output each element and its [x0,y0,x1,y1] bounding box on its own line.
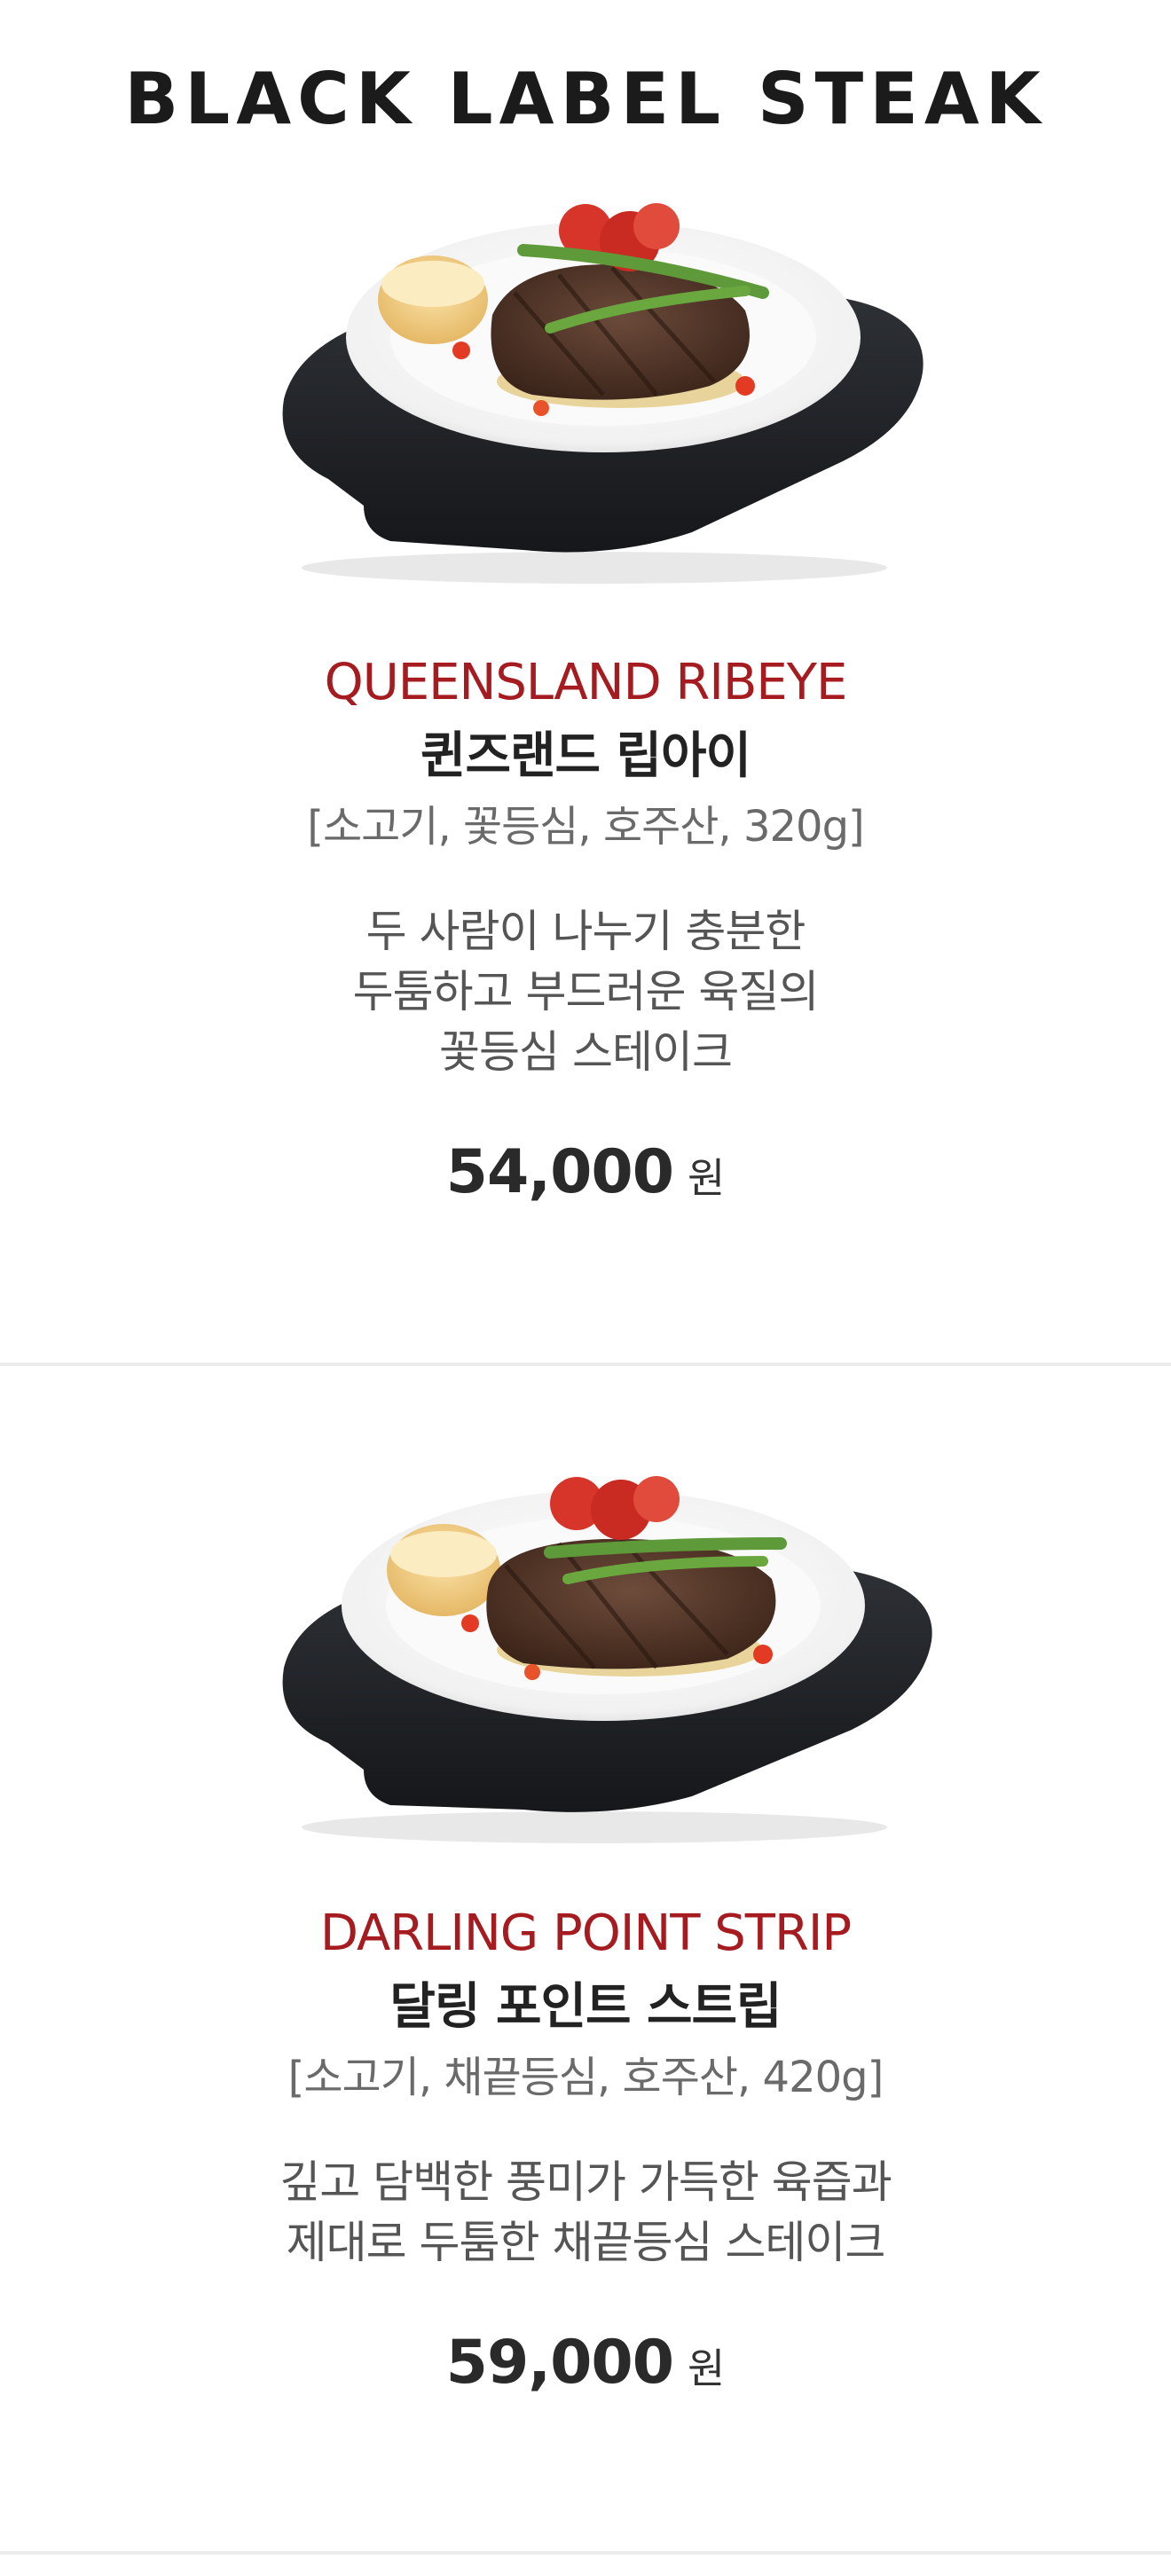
menu-item-card[interactable]: DARLING POINT STRIP 달링 포인트 스트립 [소고기, 채끝등… [0,1455,1171,2555]
menu-item-spec: [소고기, 채끝등심, 호주산, 420g] [287,2053,884,2102]
steak-dish-image [231,1455,940,1845]
page-title: BLACK LABEL STEAK [124,58,1047,140]
menu-item-description: 깊고 담백한 풍미가 가득한 육즙과 제대로 두툼한 채끝등심 스테이크 [0,2152,1171,2273]
menu-item-info: DARLING POINT STRIP 달링 포인트 스트립 [소고기, 채끝등… [0,1898,1171,2398]
price-unit: 원 [688,2344,726,2392]
menu-item-price: 54,000 원 [0,1137,1171,1207]
menu-item-name-ko: 달링 포인트 스트립 [389,1978,782,2036]
section-divider [0,1363,1171,1366]
description-line: 제대로 두툼한 채끝등심 스테이크 [286,2217,886,2268]
steak-dish-image [231,195,940,585]
menu-item-name-ko: 퀸즈랜드 립아이 [420,727,751,785]
menu-item-card[interactable]: QUEENSLAND RIBEYE 퀸즈랜드 립아이 [소고기, 꽃등심, 호주… [0,195,1171,1366]
menu-page: BLACK LABEL STEAK QUEENSLAND RIBEYE 퀸즈랜드… [0,0,1171,2576]
price-value: 54,000 [445,1137,674,1207]
description-line: 두 사람이 나누기 충분한 [365,906,806,957]
description-line: 꽃등심 스테이크 [439,1026,733,1078]
description-line: 깊고 담백한 풍미가 가득한 육즙과 [279,2156,892,2208]
menu-item-spec: [소고기, 꽃등심, 호주산, 320g] [307,802,865,852]
menu-item-price: 59,000 원 [0,2328,1171,2398]
section-divider [0,2551,1171,2555]
price-unit: 원 [688,1154,726,1202]
menu-item-info: QUEENSLAND RIBEYE 퀸즈랜드 립아이 [소고기, 꽃등심, 호주… [0,648,1171,1207]
menu-item-description: 두 사람이 나누기 충분한 두툼하고 부드러운 육질의 꽃등심 스테이크 [0,901,1171,1082]
description-line: 두툼하고 부드러운 육질의 [352,966,820,1017]
menu-item-name-en: QUEENSLAND RIBEYE [324,654,848,711]
menu-item-name-en: DARLING POINT STRIP [319,1905,852,1962]
price-value: 59,000 [445,2328,674,2398]
